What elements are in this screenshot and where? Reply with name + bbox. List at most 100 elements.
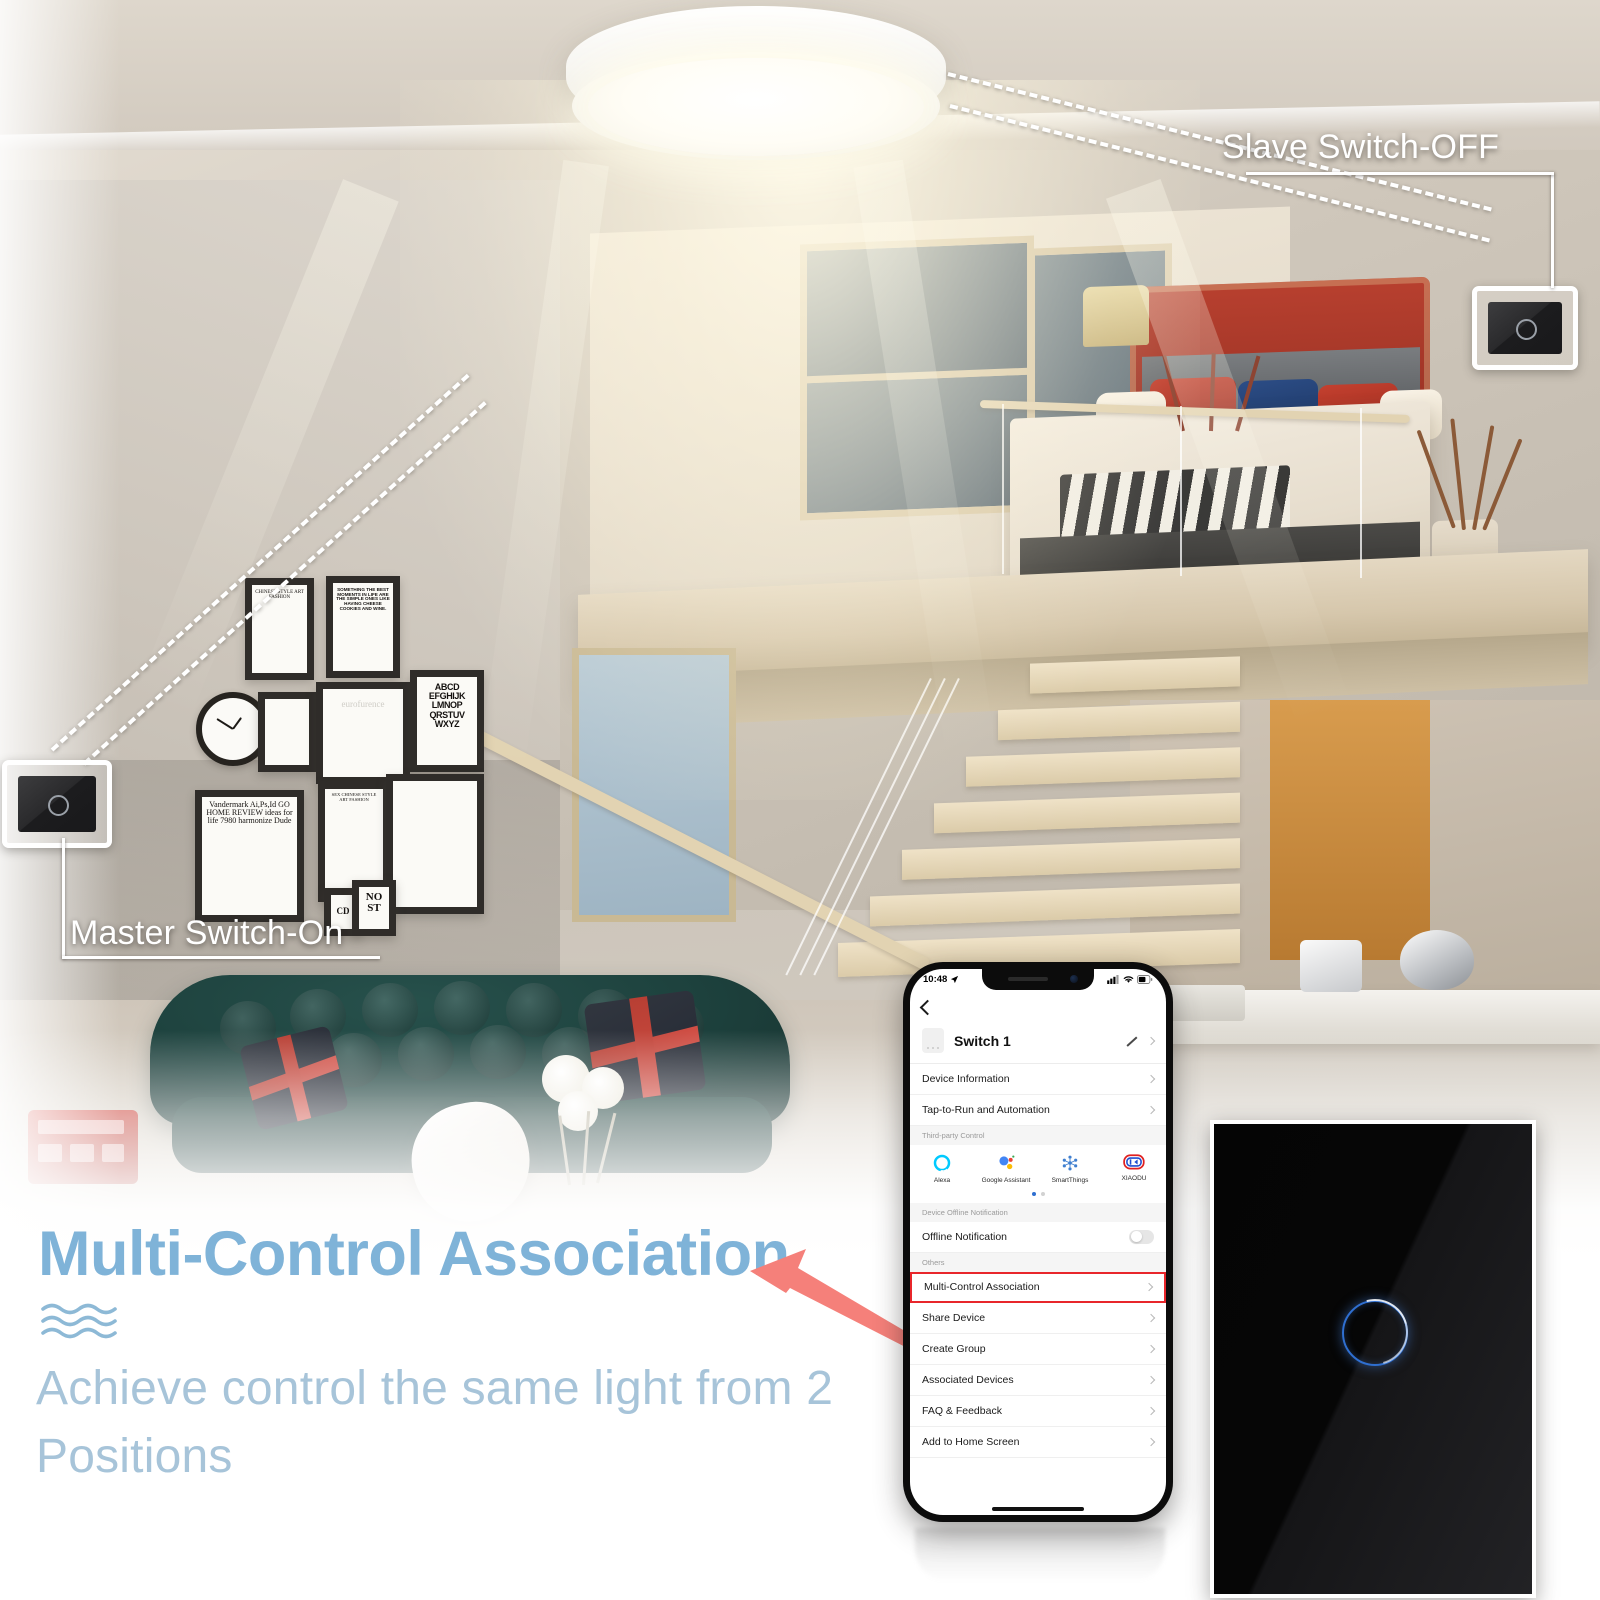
row-associated-devices[interactable]: Associated Devices (910, 1364, 1166, 1396)
carousel-dots (910, 1188, 1166, 1203)
section-third-party-control: Third-party Control (910, 1126, 1166, 1145)
rail-wire (1180, 406, 1182, 576)
home-indicator (992, 1507, 1084, 1511)
loft-window-lower (800, 367, 1034, 521)
product-marketing-image: CHINESE STYLE ART FASHION SOMETHING THE … (0, 0, 1600, 1600)
chevron-right-icon (1146, 1313, 1156, 1323)
row-label: Multi-Control Association (924, 1281, 1040, 1294)
stair-step (998, 701, 1240, 741)
cooking-pot (1300, 940, 1362, 992)
chevron-right-icon (1146, 1344, 1156, 1354)
smartthings-icon (1062, 1155, 1078, 1171)
chevron-right-icon (1146, 1105, 1156, 1115)
third-party-xiaodu[interactable]: XIAODU (1102, 1153, 1166, 1185)
stair-step (1030, 656, 1240, 694)
third-party-label: Google Assistant (981, 1177, 1031, 1184)
picture-frame (386, 774, 484, 914)
row-label: Offline Notification (922, 1230, 1008, 1243)
stair-step (934, 792, 1240, 834)
back-chevron-icon[interactable] (919, 999, 936, 1015)
nav-bar (910, 990, 1166, 1024)
picture-frame (258, 692, 316, 772)
third-party-label: XIAODU (1121, 1175, 1147, 1182)
rail-wire (1360, 408, 1362, 578)
row-label: Share Device (922, 1311, 986, 1324)
battery-icon (1137, 975, 1153, 984)
bedside-lamp (1083, 284, 1149, 348)
section-offline-notification: Device Offline Notification (910, 1202, 1166, 1222)
master-switch-label: Master Switch-On (70, 914, 344, 952)
master-switch-callout (2, 760, 112, 848)
row-offline-notification[interactable]: Offline Notification (910, 1221, 1166, 1253)
slave-switch-callout (1472, 286, 1578, 370)
picture-frame: ABCD EFGHIJK LMNOP QRSTUV WXYZ (410, 670, 484, 772)
switch-device-icon (922, 1028, 944, 1053)
picture-frame: SOMETHING THE BEST MOMENTS IN LIFE ARE T… (326, 576, 400, 678)
status-bar: 10:48 (910, 969, 1166, 990)
page-title: Multi-Control Association (38, 1219, 790, 1289)
third-party-label: Alexa (933, 1177, 951, 1184)
row-faq-feedback[interactable]: FAQ & Feedback (910, 1395, 1166, 1427)
row-label: Associated Devices (922, 1373, 1014, 1386)
kettle (1400, 930, 1474, 990)
third-party-alexa[interactable]: Alexa (910, 1153, 974, 1185)
lamp-diffuser (588, 58, 924, 156)
master-label-rule-horizontal (62, 956, 380, 959)
google-assistant-icon (999, 1155, 1015, 1170)
rail-wire (1002, 404, 1004, 574)
slave-label-rule-horizontal (1246, 172, 1554, 175)
third-party-label: SmartThings (1051, 1177, 1089, 1184)
offline-notification-toggle[interactable] (1129, 1229, 1154, 1244)
row-share-device[interactable]: Share Device (910, 1302, 1166, 1334)
chevron-right-icon (1144, 1283, 1154, 1292)
page-subtitle: Achieve control the same light from 2 Po… (36, 1362, 834, 1484)
loft-window-upper (800, 235, 1034, 389)
pencil-edit-icon[interactable] (1126, 1035, 1138, 1047)
picture-frame: CHINESE STYLE ART FASHION (245, 578, 314, 680)
row-tap-to-run[interactable]: Tap-to-Run and Automation (910, 1095, 1166, 1126)
wall-touch-switch-panel[interactable] (1210, 1120, 1536, 1598)
chevron-right-icon (1146, 1406, 1156, 1416)
touch-switch-icon (1488, 302, 1562, 354)
smartphone-mockup: 10:48 Switch 1 Device Information Tap-to… (903, 962, 1173, 1522)
cellular-bars-icon (1107, 975, 1119, 984)
glass-door (572, 648, 736, 922)
chevron-right-icon (1146, 1375, 1156, 1385)
wifi-icon (1123, 976, 1134, 983)
alexa-icon (933, 1154, 951, 1173)
picture-frame: Vandermark Ai,Ps,Id GO HOME REVIEW ideas… (195, 790, 304, 922)
row-create-group[interactable]: Create Group (910, 1333, 1166, 1365)
section-others: Others (910, 1252, 1166, 1272)
touch-ring-indicator[interactable] (1342, 1299, 1408, 1366)
third-party-google-assistant[interactable]: Google Assistant (974, 1153, 1038, 1185)
phone-screen: 10:48 Switch 1 Device Information Tap-to… (910, 969, 1166, 1515)
status-time: 10:48 (923, 974, 948, 985)
xiaodu-icon (1123, 1154, 1145, 1170)
row-device-information[interactable]: Device Information (910, 1064, 1166, 1095)
stair-step (966, 747, 1240, 787)
waves-icon (40, 1300, 126, 1342)
picture-frame: NO ST (352, 880, 396, 936)
chevron-right-icon (1146, 1074, 1156, 1084)
row-multi-control-association[interactable]: Multi-Control Association (910, 1271, 1166, 1303)
location-arrow-icon (951, 975, 959, 984)
slave-switch-label: Slave Switch-OFF (1222, 128, 1500, 166)
row-label: Create Group (922, 1342, 986, 1355)
master-label-rule-vertical (62, 838, 65, 958)
row-label: FAQ & Feedback (922, 1404, 1002, 1417)
device-header-row[interactable]: Switch 1 (910, 1024, 1166, 1064)
kitchen-wood-panel (1270, 700, 1430, 960)
third-party-smartthings[interactable]: SmartThings (1038, 1153, 1102, 1185)
stair-step (870, 883, 1240, 927)
phone-reflection (915, 1528, 1165, 1582)
row-add-to-home-screen[interactable]: Add to Home Screen (910, 1426, 1166, 1458)
room-scene: CHINESE STYLE ART FASHION SOMETHING THE … (0, 0, 1600, 1260)
ceiling-lamp (566, 6, 946, 176)
carousel-dot[interactable] (1040, 1191, 1045, 1196)
switch-indicator-dot (48, 795, 69, 816)
slave-label-rule-vertical (1551, 172, 1554, 288)
row-label: Tap-to-Run and Automation (922, 1104, 1050, 1116)
chevron-right-icon (1146, 1036, 1156, 1045)
carousel-dot-active[interactable] (1031, 1191, 1036, 1196)
stair-step (902, 838, 1240, 880)
